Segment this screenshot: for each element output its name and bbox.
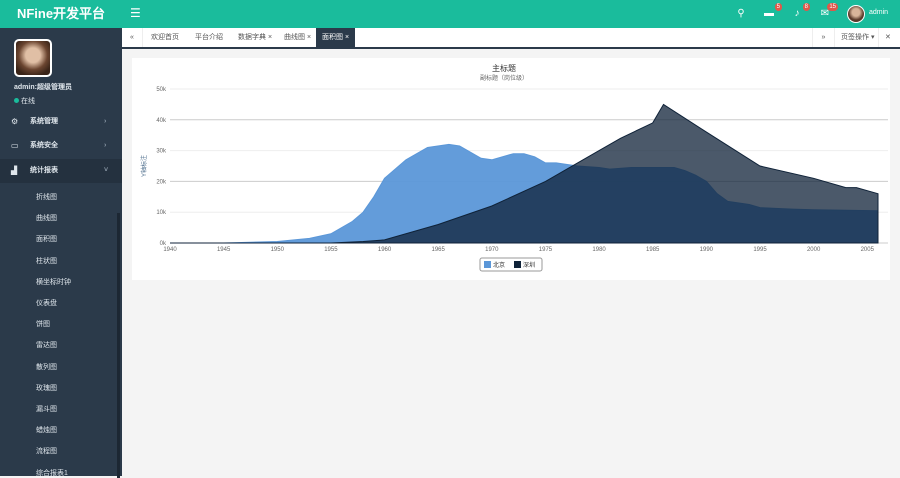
sidebar-user: admin:超级管理员 <box>14 84 72 91</box>
sidebar-scrollbar[interactable] <box>117 213 120 478</box>
legend-swatch[interactable] <box>514 261 521 268</box>
sidebar-subitem[interactable]: 柱状图 <box>36 256 57 266</box>
sidebar-item-label: 统计报表 <box>30 167 58 174</box>
tab-scroll-left-icon[interactable]: « <box>122 28 143 47</box>
sidebar-subitem[interactable]: 面积图 <box>36 234 57 244</box>
sidebar-subitem[interactable]: 曲线图 <box>36 213 57 223</box>
sidebar-subitem[interactable]: 雷达图 <box>36 340 57 350</box>
tab-scroll-right-icon[interactable]: » <box>812 28 834 47</box>
online-status: 在线 <box>14 96 35 106</box>
close-all-icon[interactable]: ✕ <box>878 28 897 47</box>
chart-title: 主标题 <box>492 63 516 73</box>
sidebar-item-security[interactable]: ▭ 系统安全 › <box>0 134 122 158</box>
x-tick-label: 2005 <box>861 247 875 253</box>
top-bar: NFine开发平台 ☰ ⚲ ▬ 5 ♪ 8 ✉ 15 admin <box>0 0 900 28</box>
x-tick-label: 2000 <box>807 247 821 253</box>
chart-panel: 主标题 副标题（岗位级） Y轴标注 0k 10k 20k 30k 40k 50k 1940 1… <box>132 58 890 280</box>
x-tick-label: 1950 <box>271 247 285 253</box>
logo[interactable]: NFine开发平台 <box>0 0 122 28</box>
area-chart: 主标题 副标题（岗位级） Y轴标注 0k10k20k30k40k50k1940 1… <box>140 63 888 272</box>
tab-welcome[interactable]: 欢迎首页 <box>145 28 185 47</box>
sidebar-subitem[interactable]: 综合报表1 <box>36 468 68 478</box>
close-icon[interactable]: × <box>268 34 272 41</box>
x-tick-label: 1965 <box>432 247 446 253</box>
menu-toggle-icon[interactable]: ☰ <box>130 6 141 20</box>
message-icon[interactable]: ▬ 5 <box>762 3 782 20</box>
sidebar-subitem[interactable]: 玫瑰图 <box>36 383 57 393</box>
tab-label: 欢迎首页 <box>151 34 179 41</box>
tab-label: 平台介绍 <box>195 34 223 41</box>
sidebar-subitem[interactable]: 仪表盘 <box>36 298 57 308</box>
y-tick-label: 50k <box>156 87 167 93</box>
tab-dictionary[interactable]: 数据字典 × <box>232 28 278 47</box>
tab-label: 曲线图 <box>284 34 305 41</box>
y-tick-label: 30k <box>156 149 167 155</box>
legend-label[interactable]: 深圳 <box>523 261 535 269</box>
user-name[interactable]: admin <box>869 9 888 16</box>
tab-bar: « 欢迎首页 平台介绍 数据字典 × 曲线图 × 面积图 × » 页签操作 ▾ … <box>122 28 900 49</box>
sidebar-subitem[interactable]: 散列图 <box>36 362 57 372</box>
y-axis-label: Y轴标注 <box>140 155 148 177</box>
x-tick-label: 1975 <box>539 247 553 253</box>
x-tick-label: 1960 <box>378 247 392 253</box>
sidebar-subitem[interactable]: 蜡烛图 <box>36 425 57 435</box>
tab-operations-dropdown[interactable]: 页签操作 ▾ <box>834 28 880 47</box>
message-badge: 5 <box>774 3 782 11</box>
sidebar-subitem[interactable]: 饼图 <box>36 319 50 329</box>
sidebar-item-reports[interactable]: ▟ 统计报表 ˅ <box>0 159 122 183</box>
x-tick-label: 1995 <box>753 247 767 253</box>
sidebar-item-system[interactable]: ⚙ 系统管理 › <box>0 110 122 134</box>
y-tick-label: 20k <box>156 179 167 185</box>
desktop-icon: ▭ <box>11 141 19 150</box>
search-icon[interactable]: ⚲ <box>734 8 748 20</box>
x-tick-label: 1985 <box>646 247 660 253</box>
legend-swatch[interactable] <box>484 261 491 268</box>
sidebar-item-label: 系统管理 <box>30 118 58 125</box>
sidebar: admin:超级管理员 在线 ⚙ 系统管理 › ▭ 系统安全 › ▟ 统计报表 ˅ 折线图曲… <box>0 28 122 478</box>
x-tick-label: 1940 <box>163 247 177 253</box>
tab-intro[interactable]: 平台介绍 <box>189 28 229 47</box>
legend-label[interactable]: 北京 <box>493 261 505 269</box>
x-tick-label: 1945 <box>217 247 231 253</box>
sidebar-subitem[interactable]: 漏斗图 <box>36 404 57 414</box>
chevron-right-icon: › <box>104 142 107 149</box>
x-tick-label: 1980 <box>592 247 606 253</box>
y-tick-label: 10k <box>156 210 167 216</box>
alert-badge: 8 <box>802 3 810 11</box>
bar-chart-icon: ▟ <box>11 166 18 175</box>
cogs-icon: ⚙ <box>11 117 19 126</box>
bell-icon[interactable]: ♪ 8 <box>790 3 810 20</box>
status-text: 在线 <box>21 98 35 105</box>
sidebar-subitem[interactable]: 折线图 <box>36 192 57 202</box>
chart-subtitle: 副标题（岗位级） <box>480 74 528 82</box>
close-icon[interactable]: × <box>307 34 311 41</box>
x-tick-label: 1955 <box>324 247 338 253</box>
avatar <box>14 39 52 77</box>
mail-badge: 15 <box>827 3 838 11</box>
sidebar-subitem[interactable]: 横坐标时钟 <box>36 277 71 287</box>
x-tick-label: 1970 <box>485 247 499 253</box>
chevron-down-icon: ˅ <box>104 167 109 174</box>
tab-ops-label: 页签操作 <box>841 34 869 41</box>
x-tick-label: 1990 <box>700 247 714 253</box>
sidebar-item-label: 系统安全 <box>30 142 58 149</box>
y-tick-label: 40k <box>156 118 167 124</box>
user-avatar[interactable] <box>847 5 865 23</box>
close-icon[interactable]: × <box>345 34 349 41</box>
mail-icon[interactable]: ✉ 15 <box>818 3 838 20</box>
tab-label: 面积图 <box>322 34 343 41</box>
tab-label: 数据字典 <box>238 34 266 41</box>
tab-curve[interactable]: 曲线图 × <box>278 28 317 47</box>
status-dot-icon <box>14 98 19 103</box>
chevron-right-icon: › <box>104 118 107 125</box>
sidebar-subitem[interactable]: 流程图 <box>36 446 57 456</box>
tab-area[interactable]: 面积图 × <box>316 28 356 47</box>
